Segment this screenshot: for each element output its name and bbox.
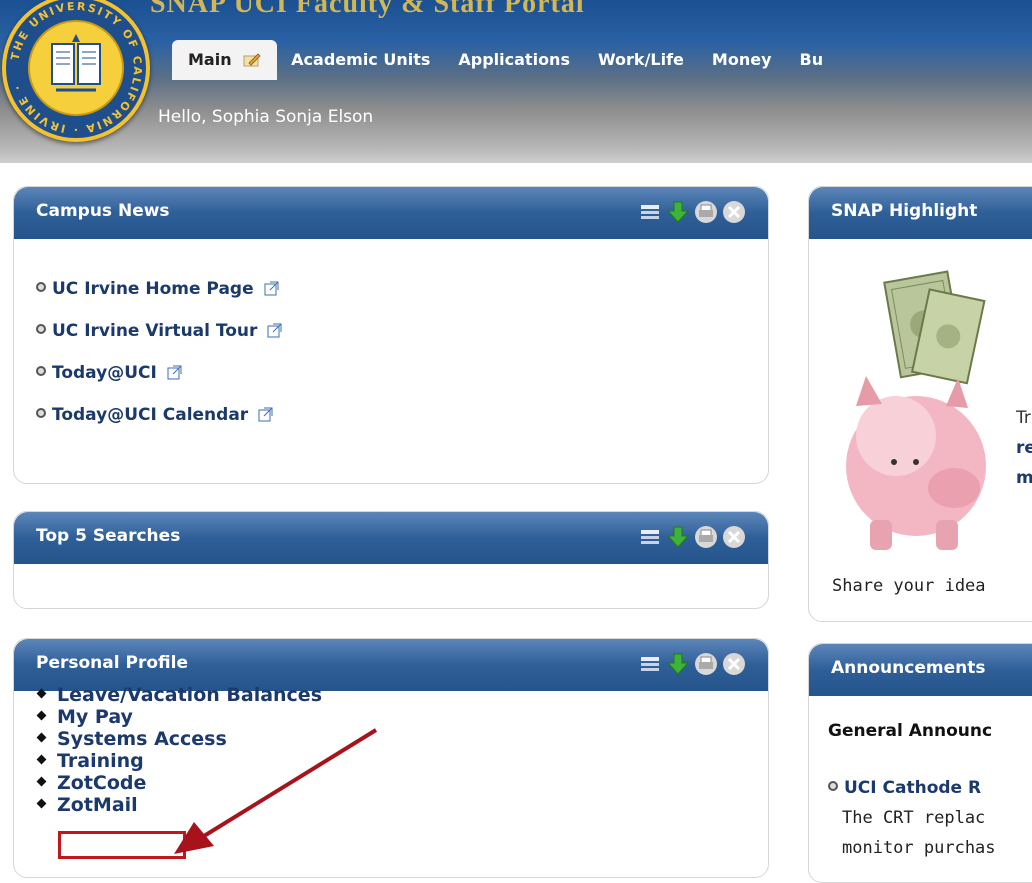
move-down-arrow-icon[interactable] [666,200,690,224]
bullet-icon [36,366,46,376]
link-uci-home-page[interactable]: UC Irvine Home Page [52,279,254,299]
tab-money[interactable]: Money [698,40,786,80]
list-item[interactable]: My Pay [36,706,322,728]
open-book-icon [51,34,101,92]
close-icon[interactable] [722,200,746,224]
minimize-icon[interactable] [638,200,662,224]
campus-news-links: UC Irvine Home Page UC Irvine Virtual To… [36,279,283,447]
print-icon[interactable] [694,652,718,676]
general-announcements-heading: General Announc [828,721,993,741]
share-idea-text: Share your idea [832,576,986,596]
close-icon[interactable] [722,652,746,676]
close-icon[interactable] [722,525,746,549]
highlight-side-text-1: Tr [1016,408,1031,428]
bullet-icon [36,282,46,292]
portlet-header: Campus News [14,187,768,239]
minimize-icon[interactable] [638,652,662,676]
list-item[interactable]: Today@UCI Calendar [36,405,283,447]
portlet-title: SNAP Highlight [831,201,978,221]
diamond-bullet-icon [36,776,47,787]
list-item[interactable]: Today@UCI [36,363,283,405]
announcement-link[interactable]: UCI Cathode R [828,778,981,798]
portlet-header: Top 5 Searches [14,512,768,564]
campus-news-portlet: Campus News UC Irvine Home Page UC Irvin… [13,186,769,484]
announcement-text-1: The CRT replac [842,808,986,828]
portlet-toolbar [638,200,746,224]
diamond-bullet-icon [36,688,47,699]
bullet-icon [828,781,838,791]
portal-title: SNAP UCI Faculty & Staff Portal [150,0,585,19]
external-link-icon [167,365,182,380]
portlet-header: SNAP Highlight [809,187,1032,239]
bullet-icon [36,324,46,334]
print-icon[interactable] [694,525,718,549]
list-item[interactable]: UC Irvine Home Page [36,279,283,321]
portlet-title: Announcements [831,658,986,678]
link-zotmail[interactable]: ZotMail [57,794,138,816]
link-training[interactable]: Training [57,750,144,772]
portal-header: SNAP UCI Faculty & Staff Portal THE UNIV… [0,0,1032,163]
link-uci-virtual-tour[interactable]: UC Irvine Virtual Tour [52,321,257,341]
print-icon[interactable] [694,200,718,224]
diamond-bullet-icon [36,710,47,721]
portlet-toolbar [638,525,746,549]
list-item[interactable]: UC Irvine Virtual Tour [36,321,283,363]
diamond-bullet-icon [36,732,47,743]
link-my-pay[interactable]: My Pay [57,706,133,728]
move-down-arrow-icon[interactable] [666,652,690,676]
piggy-bank-money-image [846,270,986,550]
portlet-header: Announcements [809,644,1032,696]
highlight-side-text-2[interactable]: re [1016,438,1032,458]
tab-business-partial[interactable]: Bu [786,40,838,80]
portlet-title: Campus News [36,201,170,221]
link-today-uci[interactable]: Today@UCI [52,363,157,383]
announcement-text-2: monitor purchas [842,838,996,858]
annotation-arrow-icon [174,728,378,854]
move-down-arrow-icon[interactable] [666,525,690,549]
external-link-icon [264,281,279,296]
portlet-toolbar [638,652,746,676]
bullet-icon [36,408,46,418]
edit-pencil-icon[interactable] [243,53,261,67]
tab-applications[interactable]: Applications [444,40,584,80]
list-item[interactable]: Leave/Vacation Balances [36,684,322,706]
minimize-icon[interactable] [638,525,662,549]
portlet-title: Personal Profile [36,653,188,673]
diamond-bullet-icon [36,798,47,809]
external-link-icon [267,323,282,338]
tab-main-label: Main [188,50,232,69]
tab-academic-units[interactable]: Academic Units [277,40,444,80]
tab-main[interactable]: Main [172,40,278,80]
portlet-title: Top 5 Searches [36,526,181,546]
link-zotcode[interactable]: ZotCode [57,772,146,794]
announcement-link-label[interactable]: UCI Cathode R [844,778,981,798]
tab-work-life[interactable]: Work/Life [584,40,698,80]
diamond-bullet-icon [36,754,47,765]
university-seal-logo[interactable]: THE UNIVERSITY OF CALIFORNIA · IRVINE · [2,0,150,142]
main-nav-tabs: Main Academic Units Applications Work/Li… [172,40,837,80]
top-searches-portlet: Top 5 Searches [13,511,769,609]
user-greeting: Hello, Sophia Sonja Elson [158,107,374,127]
link-today-uci-calendar[interactable]: Today@UCI Calendar [52,405,248,425]
external-link-icon [258,407,273,422]
seal-center [28,20,124,116]
highlight-side-text-3[interactable]: m [1016,468,1032,488]
link-leave-vacation-balances[interactable]: Leave/Vacation Balances [57,684,322,706]
